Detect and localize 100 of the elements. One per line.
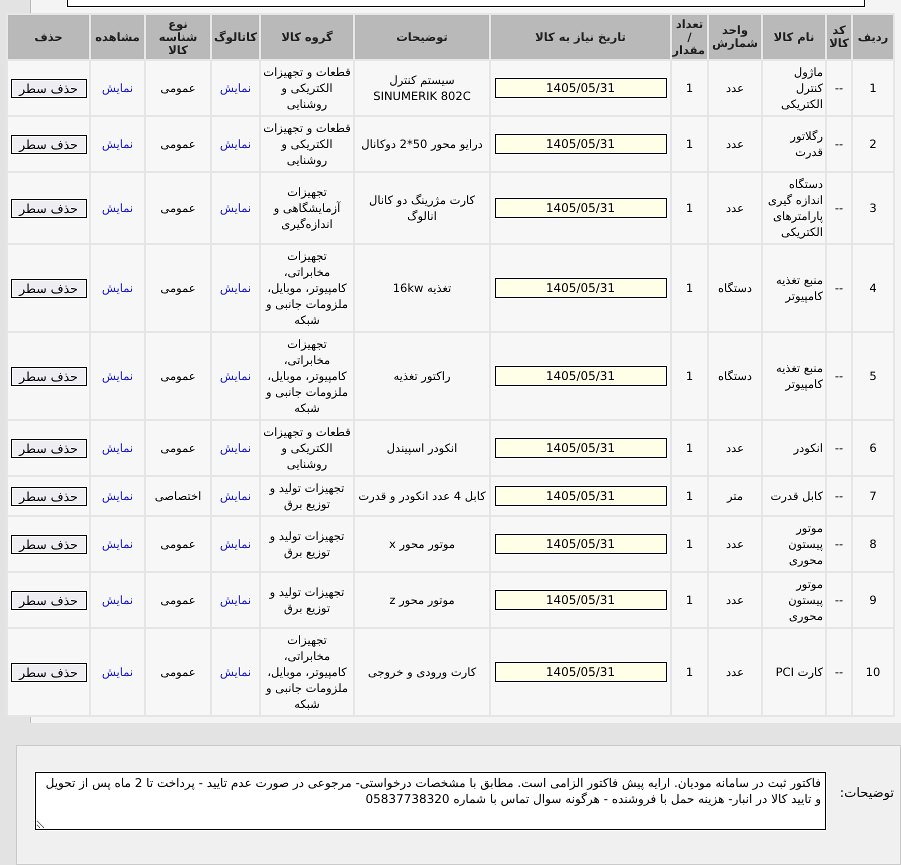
column-header: حذف [8, 15, 89, 59]
table-cell: تجهیزات مخابراتی، کامپیوتر، موبایل، ملزومات جانبی و شبکه [261, 629, 353, 715]
catalog-link[interactable]: نمایش [220, 81, 252, 95]
table-cell: اختصاصی [146, 477, 210, 515]
date-field[interactable]: 1405/05/31 [494, 662, 666, 682]
table-cell: قطعات و تجهیزات الکتریکی و روشنایی [261, 421, 353, 475]
delete-row-button[interactable]: حذف سطر [10, 198, 86, 218]
date-field[interactable]: 1405/05/31 [494, 438, 666, 458]
table-cell: عمومی [146, 333, 210, 419]
table-cell: 3 [853, 173, 893, 243]
table-cell: موتور پیستون محوری [763, 573, 825, 627]
table-cell: تجهیزات تولید و توزیع برق [261, 517, 353, 571]
date-field[interactable]: 1405/05/31 [494, 534, 666, 554]
column-header: نوع شناسه کالا [146, 15, 210, 59]
table-cell: 1 [853, 61, 893, 115]
catalog-link[interactable]: نمایش [220, 537, 252, 551]
table-cell: قطعات و تجهیزات الکتریکی و روشنایی [261, 61, 353, 115]
delete-row-button[interactable]: حذف سطر [10, 486, 86, 506]
notes-field[interactable]: فاکتور ثبت در سامانه مودیان. ارایه پیش فاکتور الزامی است. مطابق با مشخصات درخواستی- مرجوعی در صورت عدم تایید - پرداخت تا 2 ماه پس از تحویل و تایید کالا در انبار- هزینه حمل با فروشنده - هرگونه سوال تماس با شماره 05837738320 [35, 772, 826, 830]
table-cell: قطعات و تجهیزات الکتریکی و روشنایی [261, 117, 353, 171]
date-field[interactable]: 1405/05/31 [494, 486, 666, 506]
table-cell: 1 [672, 421, 707, 475]
table-cell: عمومی [146, 517, 210, 571]
view-link[interactable]: نمایش [102, 137, 134, 151]
table-cell: عمومی [146, 629, 210, 715]
catalog-link[interactable]: نمایش [220, 665, 252, 679]
column-header: کد کالا [827, 15, 851, 59]
catalog-link[interactable]: نمایش [220, 201, 252, 215]
delete-row-button[interactable]: حذف سطر [10, 78, 86, 98]
table-cell: عمومی [146, 173, 210, 243]
table-cell: عمومی [146, 573, 210, 627]
table-cell: عمومی [146, 117, 210, 171]
date-field[interactable]: 1405/05/31 [494, 198, 666, 218]
date-field[interactable]: 1405/05/31 [494, 590, 666, 610]
table-cell: عمومی [146, 245, 210, 331]
column-header: واحد شمارش [709, 15, 761, 59]
delete-row-button[interactable]: حذف سطر [10, 590, 86, 610]
table-cell: 2 [853, 117, 893, 171]
catalog-link[interactable]: نمایش [220, 441, 252, 455]
view-link[interactable]: نمایش [102, 593, 134, 607]
view-link[interactable]: نمایش [102, 441, 134, 455]
column-header: تاریخ نیاز به کالا [491, 15, 670, 59]
view-link[interactable]: نمایش [102, 201, 134, 215]
table-cell: عمومی [146, 421, 210, 475]
table-cell: عدد [709, 629, 761, 715]
table-cell: انکودر [763, 421, 825, 475]
table-cell: درایو محور 50*2 دوکانال [355, 117, 489, 171]
delete-row-button[interactable]: حذف سطر [10, 438, 86, 458]
view-link[interactable]: نمایش [102, 281, 134, 295]
table-cell: 1 [672, 61, 707, 115]
table-cell: -- [827, 117, 851, 171]
column-header: مشاهده [91, 15, 144, 59]
table-cell: 6 [853, 421, 893, 475]
catalog-link[interactable]: نمایش [220, 137, 252, 151]
column-header: کاتالوگ [212, 15, 259, 59]
delete-row-button[interactable]: حذف سطر [10, 662, 86, 682]
text-field[interactable] [67, 0, 865, 7]
table-cell: عدد [709, 61, 761, 115]
table-cell: 10 [853, 629, 893, 715]
table-cell: موتور محور x [355, 517, 489, 571]
table-cell: -- [827, 477, 851, 515]
table-cell: 1 [672, 173, 707, 243]
table-cell: راکتور تغذیه [355, 333, 489, 419]
table-cell: کابل قدرت [763, 477, 825, 515]
date-field[interactable]: 1405/05/31 [494, 78, 666, 98]
catalog-link[interactable]: نمایش [220, 593, 252, 607]
date-field[interactable]: 1405/05/31 [494, 366, 666, 386]
catalog-link[interactable]: نمایش [220, 281, 252, 295]
delete-row-button[interactable]: حذف سطر [10, 278, 86, 298]
table-cell: 1 [672, 245, 707, 331]
table-cell: انکودر اسپیندل [355, 421, 489, 475]
delete-row-button[interactable]: حذف سطر [10, 366, 86, 386]
view-link[interactable]: نمایش [102, 537, 134, 551]
table-cell: کابل 4 عدد انکودر و قدرت [355, 477, 489, 515]
table-cell: عمومی [146, 61, 210, 115]
table-cell: تجهیزات تولید و توزیع برق [261, 573, 353, 627]
view-link[interactable]: نمایش [102, 81, 134, 95]
delete-row-button[interactable]: حذف سطر [10, 534, 86, 554]
table-cell: -- [827, 573, 851, 627]
date-field[interactable]: 1405/05/31 [494, 134, 666, 154]
table-cell: عدد [709, 421, 761, 475]
table-cell: -- [827, 245, 851, 331]
table-cell: تجهیزات مخابراتی، کامپیوتر، موبایل، ملزومات جانبی و شبکه [261, 245, 353, 331]
table-cell: -- [827, 629, 851, 715]
table-cell: منبع تغذیه کامپیوتر [763, 333, 825, 419]
delete-row-button[interactable]: حذف سطر [10, 134, 86, 154]
date-field[interactable]: 1405/05/31 [494, 278, 666, 298]
column-header: گروه کالا [261, 15, 353, 59]
table-cell: 1 [672, 517, 707, 571]
catalog-link[interactable]: نمایش [220, 369, 252, 383]
table-cell: منبع تغذیه کامپیوتر [763, 245, 825, 331]
table-cell: تجهیزات مخابراتی، کامپیوتر، موبایل، ملزومات جانبی و شبکه [261, 333, 353, 419]
table-cell: 1 [672, 573, 707, 627]
table-cell: تجهیزات تولید و توزیع برق [261, 477, 353, 515]
view-link[interactable]: نمایش [102, 369, 134, 383]
table-cell: -- [827, 61, 851, 115]
table-cell: عدد [709, 517, 761, 571]
view-link[interactable]: نمایش [102, 665, 134, 679]
table-cell: رگلاتور قدرت [763, 117, 825, 171]
table-cell: کارت ورودی و خروجی [355, 629, 489, 715]
